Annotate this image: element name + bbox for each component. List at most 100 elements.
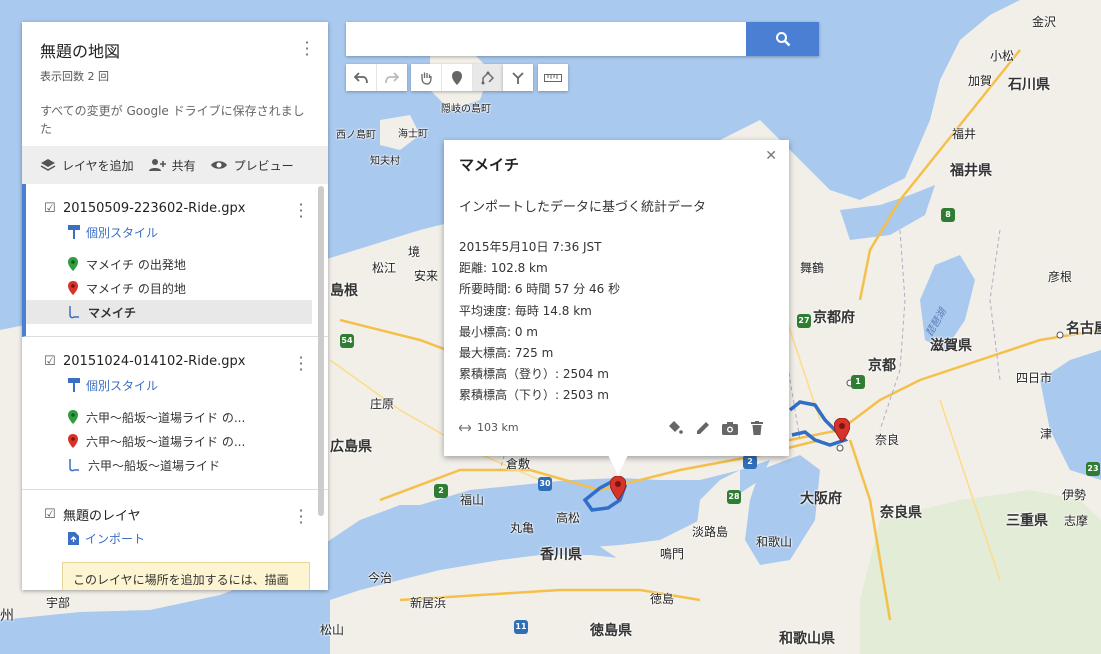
preview-button[interactable]: プレビュー xyxy=(210,157,294,174)
directions-toolbar xyxy=(503,64,533,91)
layer-visibility-checkbox[interactable]: ☑ xyxy=(44,202,57,215)
style-button[interactable] xyxy=(667,419,684,436)
save-status: すべての変更が Google ドライブに保存されました xyxy=(40,104,305,136)
panel-header: 無題の地図 表示回数 2 回 すべての変更が Google ドライブに保存されま… xyxy=(22,22,328,146)
info-title: マメイチ xyxy=(459,156,520,174)
layer-visibility-checkbox[interactable]: ☑ xyxy=(44,355,57,368)
map-options-kebab-icon[interactable]: · · · xyxy=(300,35,314,63)
layer-header: ☑ 20151024-014102-Ride.gpx xyxy=(22,349,328,373)
stat-max-elevation: 最大標高: 725 m xyxy=(459,346,554,361)
map-label: 海士町 xyxy=(398,129,428,140)
stat-duration: 所要時間: 6 時間 57 分 46 秒 xyxy=(459,282,621,297)
panel-scrollbar[interactable] xyxy=(318,186,324,516)
layer-visibility-checkbox[interactable]: ☑ xyxy=(44,508,57,521)
map-label: 津 xyxy=(1040,427,1053,441)
info-subtitle: インポートしたデータに基づく統計データ xyxy=(459,200,707,215)
search-input[interactable] xyxy=(346,22,761,56)
redo-button[interactable] xyxy=(377,64,407,91)
map-label: 伊勢 xyxy=(1062,488,1087,502)
layer-name[interactable]: 無題のレイヤ xyxy=(63,505,141,524)
directions-icon xyxy=(512,71,524,84)
feature-item[interactable]: マメイチ の目的地 xyxy=(26,276,328,300)
layer-options-kebab-icon[interactable]: · · · xyxy=(294,350,308,378)
map-label: 松山 xyxy=(320,623,345,637)
share-label: 共有 xyxy=(171,158,196,173)
layer-header: ☑ 20150509-223602-Ride.gpx xyxy=(26,196,328,220)
share-button[interactable]: 共有 xyxy=(148,157,196,174)
green-pin-icon xyxy=(68,410,78,424)
line-icon xyxy=(481,71,494,84)
hand-icon xyxy=(421,72,432,85)
feature-label: マメイチ xyxy=(88,305,137,320)
route-shield: 8 xyxy=(941,208,955,222)
view-count: 表示回数 2 回 xyxy=(40,70,109,83)
feature-item[interactable]: 六甲～船坂～道場ライド xyxy=(22,453,328,477)
layer-list: ☑ 20150509-223602-Ride.gpx · · · 個別スタイル マメ… xyxy=(22,184,328,590)
layers-panel: 無題の地図 表示回数 2 回 すべての変更が Google ドライブに保存されま… xyxy=(22,22,328,590)
red-pin-icon[interactable] xyxy=(834,418,850,442)
feature-label: マメイチ の出発地 xyxy=(86,257,186,272)
map-label: 今治 xyxy=(368,571,393,585)
paint-bucket-icon xyxy=(669,421,683,434)
measure-toolbar xyxy=(538,64,568,91)
history-toolbar xyxy=(346,64,407,91)
layer-item: ☑ 20150509-223602-Ride.gpx · · · 個別スタイル マメ… xyxy=(22,184,328,337)
feature-item[interactable]: 六甲～船坂～道場ライド の... xyxy=(22,405,328,429)
search-icon xyxy=(775,32,790,47)
map-label: 安来 xyxy=(414,269,439,283)
paint-roller-icon xyxy=(68,378,80,392)
add-photo-button[interactable] xyxy=(721,419,738,436)
distance-arrow-icon xyxy=(459,424,471,431)
stat-distance: 距離: 102.8 km xyxy=(459,261,548,276)
feature-item[interactable]: 六甲～船坂～道場ライド の... xyxy=(22,429,328,453)
map-label: 宇部 xyxy=(46,596,71,610)
directions-tool[interactable] xyxy=(503,64,533,91)
search-button[interactable] xyxy=(746,22,819,56)
map-label: 大阪府 xyxy=(800,491,842,507)
measure-tool[interactable] xyxy=(538,64,568,91)
map-label: 志摩 xyxy=(1064,514,1089,528)
feature-label: 六甲～船坂～道場ライド の... xyxy=(86,434,246,449)
feature-item[interactable]: マメイチ xyxy=(26,300,312,324)
map-label: 四日市 xyxy=(1016,371,1053,385)
draw-line-tool[interactable] xyxy=(473,64,503,91)
layer-name[interactable]: 20151024-014102-Ride.gpx xyxy=(63,354,245,369)
close-icon[interactable]: ✕ xyxy=(765,148,777,164)
add-layer-button[interactable]: レイヤを追加 xyxy=(40,157,134,174)
green-pin-icon xyxy=(68,257,78,271)
individual-style-link[interactable]: 個別スタイル xyxy=(22,373,328,397)
map-label: 奈良県 xyxy=(880,505,922,521)
import-link[interactable]: インポート xyxy=(22,526,328,550)
import-link-label: インポート xyxy=(85,531,146,546)
route-shield: 54 xyxy=(340,334,354,348)
layer-name[interactable]: 20150509-223602-Ride.gpx xyxy=(63,201,245,216)
route-icon xyxy=(69,459,79,472)
feature-item[interactable]: マメイチ の出発地 xyxy=(26,252,328,276)
layer-header: ☑ 無題のレイヤ xyxy=(22,502,328,526)
layer-options-kebab-icon[interactable]: · · · xyxy=(294,197,308,225)
layer-options-kebab-icon[interactable]: · · · xyxy=(294,503,308,531)
map-title[interactable]: 無題の地図 xyxy=(40,38,310,62)
map-label: 和歌山県 xyxy=(779,631,835,647)
trash-icon xyxy=(750,420,763,435)
map-label: 庄原 xyxy=(370,397,395,411)
red-pin-icon[interactable] xyxy=(610,476,626,500)
select-tool[interactable] xyxy=(411,64,442,91)
map-label: 福山 xyxy=(460,493,485,507)
add-marker-tool[interactable] xyxy=(442,64,473,91)
undo-button[interactable] xyxy=(346,64,377,91)
route-shield: 30 xyxy=(538,477,552,491)
feature-label: 六甲～船坂～道場ライド xyxy=(88,458,221,473)
delete-button[interactable] xyxy=(748,419,765,436)
pencil-icon xyxy=(696,421,709,434)
edit-button[interactable] xyxy=(694,419,711,436)
stat-min-elevation: 最小標高: 0 m xyxy=(459,324,538,339)
map-label: 名古屋 xyxy=(1066,321,1101,337)
map-label: 徳島県 xyxy=(590,623,632,639)
individual-style-link[interactable]: 個別スタイル xyxy=(26,220,328,244)
route-shield: 28 xyxy=(727,490,741,504)
paint-roller-icon xyxy=(68,225,80,239)
ruler-icon xyxy=(544,73,562,82)
map-label: 石川県 xyxy=(1008,77,1050,93)
route-shield: 1 xyxy=(851,375,865,389)
